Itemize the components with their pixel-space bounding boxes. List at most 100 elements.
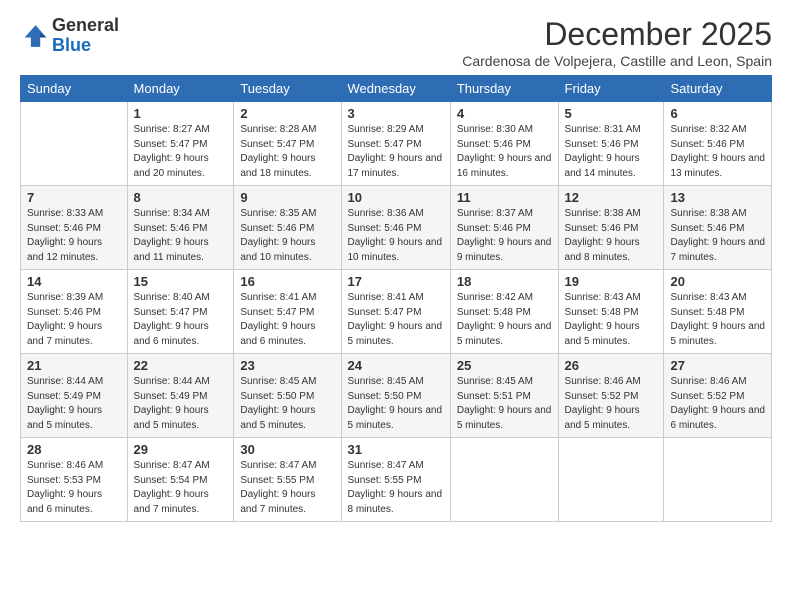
calendar-header: Sunday Monday Tuesday Wednesday Thursday… xyxy=(21,76,772,102)
day-number: 14 xyxy=(27,274,121,289)
day-info: Sunrise: 8:35 AM Sunset: 5:46 PM Dayligh… xyxy=(240,207,334,265)
calendar-cell xyxy=(21,102,128,186)
day-info: Sunrise: 8:46 AM Sunset: 5:52 PM Dayligh… xyxy=(565,375,658,433)
location-subtitle: Cardenosa de Volpejera, Castille and Leo… xyxy=(462,53,772,69)
day-number: 21 xyxy=(27,358,121,373)
header-thursday: Thursday xyxy=(450,76,558,102)
calendar-cell: 21 Sunrise: 8:44 AM Sunset: 5:49 PM Dayli… xyxy=(21,354,128,438)
day-info: Sunrise: 8:28 AM Sunset: 5:47 PM Dayligh… xyxy=(240,123,334,181)
day-info: Sunrise: 8:46 AM Sunset: 5:53 PM Dayligh… xyxy=(27,459,121,517)
day-info: Sunrise: 8:27 AM Sunset: 5:47 PM Dayligh… xyxy=(134,123,228,181)
day-info: Sunrise: 8:38 AM Sunset: 5:46 PM Dayligh… xyxy=(565,207,658,265)
calendar-week-row: 1 Sunrise: 8:27 AM Sunset: 5:47 PM Daylig… xyxy=(21,102,772,186)
page: General Blue December 2025 Cardenosa de … xyxy=(0,0,792,532)
day-number: 7 xyxy=(27,190,121,205)
day-number: 6 xyxy=(670,106,765,121)
month-title: December 2025 xyxy=(462,16,772,53)
calendar-cell: 28Sunrise: 8:46 AM Sunset: 5:53 PM Dayli… xyxy=(21,438,128,522)
title-block: December 2025 Cardenosa de Volpejera, Ca… xyxy=(462,16,772,69)
day-info: Sunrise: 8:41 AM Sunset: 5:47 PM Dayligh… xyxy=(348,291,444,349)
calendar-cell: 10Sunrise: 8:36 AM Sunset: 5:46 PM Dayli… xyxy=(341,186,450,270)
calendar-cell: 27Sunrise: 8:46 AM Sunset: 5:52 PM Dayli… xyxy=(664,354,772,438)
logo-blue: Blue xyxy=(52,35,91,55)
day-number: 9 xyxy=(240,190,334,205)
calendar-cell: 18 Sunrise: 8:42 AM Sunset: 5:48 PM Dayli… xyxy=(450,270,558,354)
calendar-cell: 8 Sunrise: 8:34 AM Sunset: 5:46 PM Daylig… xyxy=(127,186,234,270)
calendar-cell: 11Sunrise: 8:37 AM Sunset: 5:46 PM Dayli… xyxy=(450,186,558,270)
day-info: Sunrise: 8:47 AM Sunset: 5:55 PM Dayligh… xyxy=(240,459,334,517)
header-tuesday: Tuesday xyxy=(234,76,341,102)
calendar-week-row: 28Sunrise: 8:46 AM Sunset: 5:53 PM Dayli… xyxy=(21,438,772,522)
day-info: Sunrise: 8:43 AM Sunset: 5:48 PM Dayligh… xyxy=(565,291,658,349)
day-number: 13 xyxy=(670,190,765,205)
day-number: 29 xyxy=(134,442,228,457)
day-number: 4 xyxy=(457,106,552,121)
calendar-cell: 14Sunrise: 8:39 AM Sunset: 5:46 PM Dayli… xyxy=(21,270,128,354)
weekday-header-row: Sunday Monday Tuesday Wednesday Thursday… xyxy=(21,76,772,102)
logo-icon xyxy=(20,22,48,50)
day-info: Sunrise: 8:36 AM Sunset: 5:46 PM Dayligh… xyxy=(348,207,444,265)
calendar-cell: 25 Sunrise: 8:45 AM Sunset: 5:51 PM Dayli… xyxy=(450,354,558,438)
day-number: 5 xyxy=(565,106,658,121)
calendar-cell: 5 Sunrise: 8:31 AM Sunset: 5:46 PM Daylig… xyxy=(558,102,664,186)
calendar-cell: 19 Sunrise: 8:43 AM Sunset: 5:48 PM Dayli… xyxy=(558,270,664,354)
day-info: Sunrise: 8:34 AM Sunset: 5:46 PM Dayligh… xyxy=(134,207,228,265)
day-info: Sunrise: 8:30 AM Sunset: 5:46 PM Dayligh… xyxy=(457,123,552,181)
day-number: 8 xyxy=(134,190,228,205)
calendar-cell xyxy=(558,438,664,522)
day-info: Sunrise: 8:45 AM Sunset: 5:50 PM Dayligh… xyxy=(348,375,444,433)
calendar-week-row: 21 Sunrise: 8:44 AM Sunset: 5:49 PM Dayli… xyxy=(21,354,772,438)
calendar-cell: 12 Sunrise: 8:38 AM Sunset: 5:46 PM Dayli… xyxy=(558,186,664,270)
day-number: 12 xyxy=(565,190,658,205)
day-info: Sunrise: 8:29 AM Sunset: 5:47 PM Dayligh… xyxy=(348,123,444,181)
calendar-cell: 9 Sunrise: 8:35 AM Sunset: 5:46 PM Daylig… xyxy=(234,186,341,270)
day-number: 15 xyxy=(134,274,228,289)
calendar-cell: 20 Sunrise: 8:43 AM Sunset: 5:48 PM Dayli… xyxy=(664,270,772,354)
header-friday: Friday xyxy=(558,76,664,102)
day-info: Sunrise: 8:44 AM Sunset: 5:49 PM Dayligh… xyxy=(27,375,121,433)
logo-text: General Blue xyxy=(52,16,119,56)
calendar-cell xyxy=(450,438,558,522)
day-number: 31 xyxy=(348,442,444,457)
day-info: Sunrise: 8:45 AM Sunset: 5:51 PM Dayligh… xyxy=(457,375,552,433)
day-info: Sunrise: 8:33 AM Sunset: 5:46 PM Dayligh… xyxy=(27,207,121,265)
day-number: 2 xyxy=(240,106,334,121)
calendar-cell: 31Sunrise: 8:47 AM Sunset: 5:55 PM Dayli… xyxy=(341,438,450,522)
header-wednesday: Wednesday xyxy=(341,76,450,102)
calendar-cell: 3 Sunrise: 8:29 AM Sunset: 5:47 PM Daylig… xyxy=(341,102,450,186)
day-info: Sunrise: 8:44 AM Sunset: 5:49 PM Dayligh… xyxy=(134,375,228,433)
calendar-table: Sunday Monday Tuesday Wednesday Thursday… xyxy=(20,75,772,522)
day-number: 3 xyxy=(348,106,444,121)
calendar-cell: 17 Sunrise: 8:41 AM Sunset: 5:47 PM Dayli… xyxy=(341,270,450,354)
header: General Blue December 2025 Cardenosa de … xyxy=(20,16,772,69)
header-monday: Monday xyxy=(127,76,234,102)
calendar-cell: 24Sunrise: 8:45 AM Sunset: 5:50 PM Dayli… xyxy=(341,354,450,438)
calendar-cell: 22 Sunrise: 8:44 AM Sunset: 5:49 PM Dayli… xyxy=(127,354,234,438)
calendar-cell: 23Sunrise: 8:45 AM Sunset: 5:50 PM Dayli… xyxy=(234,354,341,438)
day-info: Sunrise: 8:37 AM Sunset: 5:46 PM Dayligh… xyxy=(457,207,552,265)
calendar-cell: 26 Sunrise: 8:46 AM Sunset: 5:52 PM Dayli… xyxy=(558,354,664,438)
day-info: Sunrise: 8:43 AM Sunset: 5:48 PM Dayligh… xyxy=(670,291,765,349)
day-number: 16 xyxy=(240,274,334,289)
calendar-cell: 30 Sunrise: 8:47 AM Sunset: 5:55 PM Dayli… xyxy=(234,438,341,522)
day-number: 19 xyxy=(565,274,658,289)
calendar-cell: 16 Sunrise: 8:41 AM Sunset: 5:47 PM Dayli… xyxy=(234,270,341,354)
day-info: Sunrise: 8:47 AM Sunset: 5:54 PM Dayligh… xyxy=(134,459,228,517)
logo: General Blue xyxy=(20,16,119,56)
logo-general: General xyxy=(52,15,119,35)
calendar-week-row: 7 Sunrise: 8:33 AM Sunset: 5:46 PM Daylig… xyxy=(21,186,772,270)
calendar-cell: 1 Sunrise: 8:27 AM Sunset: 5:47 PM Daylig… xyxy=(127,102,234,186)
day-number: 25 xyxy=(457,358,552,373)
day-number: 17 xyxy=(348,274,444,289)
day-info: Sunrise: 8:41 AM Sunset: 5:47 PM Dayligh… xyxy=(240,291,334,349)
day-number: 20 xyxy=(670,274,765,289)
day-number: 22 xyxy=(134,358,228,373)
calendar-cell: 4 Sunrise: 8:30 AM Sunset: 5:46 PM Daylig… xyxy=(450,102,558,186)
day-number: 30 xyxy=(240,442,334,457)
day-info: Sunrise: 8:42 AM Sunset: 5:48 PM Dayligh… xyxy=(457,291,552,349)
day-number: 18 xyxy=(457,274,552,289)
day-number: 1 xyxy=(134,106,228,121)
day-number: 26 xyxy=(565,358,658,373)
day-info: Sunrise: 8:45 AM Sunset: 5:50 PM Dayligh… xyxy=(240,375,334,433)
day-info: Sunrise: 8:31 AM Sunset: 5:46 PM Dayligh… xyxy=(565,123,658,181)
